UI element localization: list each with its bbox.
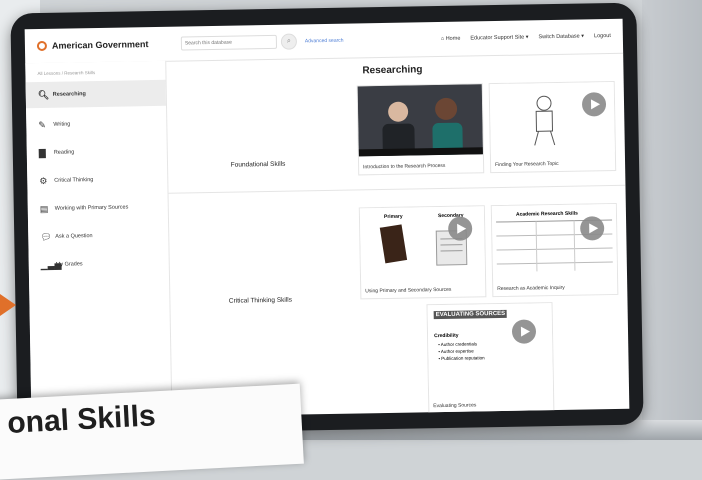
row-divider [169,185,626,194]
gears-icon: ⚙ [39,176,48,185]
row-label-critical: Critical Thinking Skills [170,296,350,306]
search-button[interactable]: ⌕ [281,33,297,49]
card-caption: Research as Academic Inquiry [497,285,565,292]
arrow-icon [0,294,16,316]
book-icon: ▇ [39,148,48,157]
video-card[interactable]: EVALUATING SOURCES Credibility • Author … [427,302,555,414]
paper-heading: onal Skills [7,399,157,441]
sidebar-item-label: Ask a Question [55,233,92,240]
sidebar-item-reading[interactable]: ▇ Reading [27,140,167,164]
card-caption: Evaluating Sources [433,402,476,409]
brand[interactable]: American Government [37,39,179,51]
video-card[interactable]: Primary Secondary Using Primary and Seco… [359,205,487,299]
bullet-text: Author expertise [441,348,474,354]
video-thumbnail: Academic Research Skills [492,204,617,278]
background-right [642,0,702,440]
credibility-list: • Author credentials • Author expertise … [438,340,484,362]
search-icon: 🔍︎ [38,90,47,99]
video-thumbnail: EVALUATING SOURCES Credibility • Author … [428,303,554,395]
bullet-text: Author credentials [441,341,477,347]
section-title: Researching [362,64,422,76]
breadcrumb[interactable]: All Lessons / Research Skills [37,69,165,76]
bullet-text: Publication reputation [441,355,484,361]
home-link[interactable]: ⌂ Home [441,36,461,42]
educator-support-menu[interactable]: Educator Support Site ▾ [470,34,528,41]
video-card[interactable]: Introduction to the Research Process [357,83,485,175]
video-thumbnail [358,84,483,156]
chat-icon: 💬︎ [40,232,49,241]
main-content: Researching Foundational Skills Introduc… [166,53,629,417]
advanced-search-link[interactable]: Advanced search [305,38,344,45]
card-caption: Introduction to the Research Process [363,163,445,170]
eval-title: EVALUATING SOURCES [434,310,508,319]
sidebar-item-label: Writing [53,121,70,127]
sidebar-item-my-grades[interactable]: ▁▃▅ My Grades [29,252,169,276]
video-controls[interactable] [359,147,483,156]
sidebar-item-label: Reading [54,149,75,155]
primary-label: Primary [384,214,403,220]
credibility-label: Credibility [434,333,459,339]
nav-right: ⌂ Home Educator Support Site ▾ Switch Da… [441,33,611,42]
video-thumbnail [490,82,615,154]
sidebar-item-primary-sources[interactable]: ▤ Working with Primary Sources [28,196,168,220]
logout-link[interactable]: Logout [594,33,611,39]
row-label-foundational: Foundational Skills [168,160,348,170]
switch-database-label: Switch Database [538,34,579,41]
sidebar-item-label: Working with Primary Sources [55,204,129,211]
laptop-frame: American Government ⌕ Advanced search ⌂ … [10,3,643,436]
overlay-paper: onal Skills [0,384,304,480]
logo-icon [37,41,47,51]
search-icon: ⌕ [287,38,291,46]
switch-database-menu[interactable]: Switch Database ▾ [538,33,584,40]
document-icon: ▤ [40,204,49,213]
card-caption: Finding Your Research Topic [495,161,559,168]
sidebar-item-writing[interactable]: ✎ Writing [26,112,166,136]
educator-support-label: Educator Support Site [470,35,524,42]
sidebar-item-label: My Grades [56,261,83,267]
sidebar-item-label: Critical Thinking [54,177,93,184]
video-thumbnail: Primary Secondary [360,206,485,280]
home-label: Home [446,36,461,42]
laptop-screen: American Government ⌕ Advanced search ⌂ … [25,19,630,419]
caret-down-icon: ▾ [526,34,529,40]
sidebar: All Lessons / Research Skills 🔍︎ Researc… [25,61,172,419]
video-card[interactable]: Academic Research Skills Research as Aca… [491,203,619,297]
edit-icon: ✎ [38,120,47,129]
play-button[interactable] [512,319,536,343]
sidebar-item-critical-thinking[interactable]: ⚙ Critical Thinking [27,168,167,192]
presenters-image [358,84,483,156]
card-caption: Using Primary and Secondary Sources [365,287,451,295]
sidebar-item-label: Researching [53,91,86,98]
caret-down-icon: ▾ [581,33,584,39]
search-input[interactable] [181,35,277,51]
list-item: • Publication reputation [438,354,484,362]
sidebar-item-researching[interactable]: 🔍︎ Researching [26,80,166,108]
table-title: Academic Research Skills [516,211,578,218]
sidebar-item-ask-question[interactable]: 💬︎ Ask a Question [28,224,168,248]
video-card[interactable]: Finding Your Research Topic [489,81,617,173]
bar-chart-icon: ▁▃▅ [41,260,50,269]
home-icon: ⌂ [441,36,444,42]
app-title: American Government [52,39,149,51]
